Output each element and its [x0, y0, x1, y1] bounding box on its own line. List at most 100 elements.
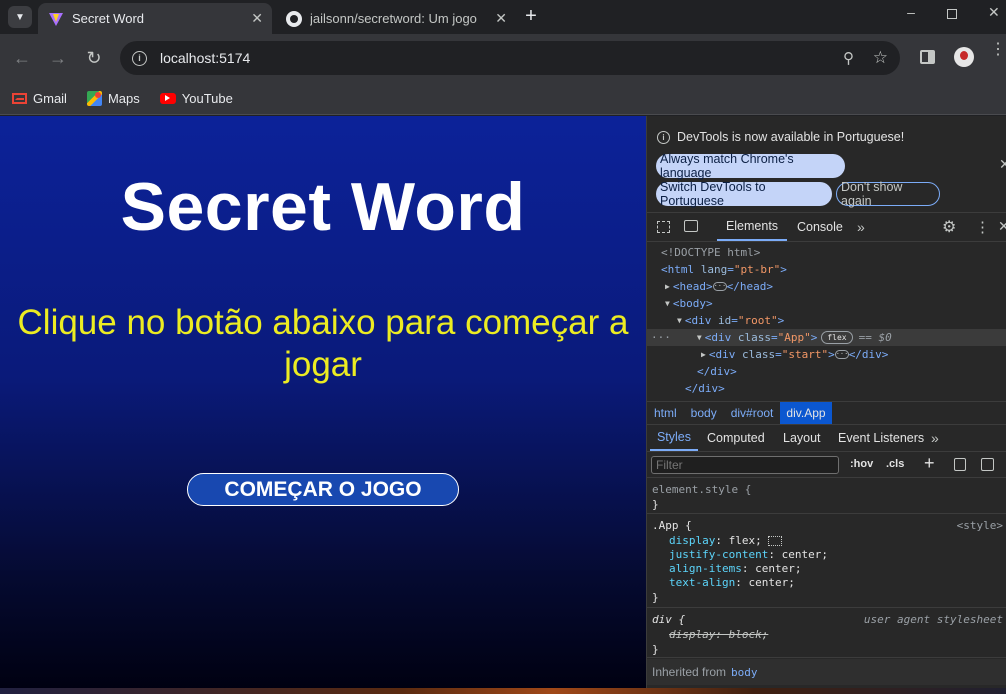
- minimize-button[interactable]: –: [900, 4, 922, 26]
- bookmark-star-icon[interactable]: ☆: [873, 48, 888, 68]
- breadcrumb-body[interactable]: body: [684, 406, 724, 420]
- rule-selector: element.style {: [652, 483, 752, 496]
- sidebar-toggle-icon[interactable]: [981, 458, 994, 471]
- rule-source[interactable]: <style>: [957, 519, 1003, 532]
- zoom-icon[interactable]: ⚲: [843, 49, 854, 67]
- dom-node-app-selected[interactable]: ··· ▼ <div class = "App" > flex == $0: [647, 329, 1006, 346]
- address-bar[interactable]: i localhost:5174 ⚲ ☆: [120, 41, 900, 75]
- tab-computed[interactable]: Computed: [707, 425, 765, 451]
- dom-node-close-app[interactable]: </div>: [647, 363, 1006, 380]
- rule-div-ua: div { user agent stylesheet display: blo…: [647, 610, 1006, 658]
- rule-selector[interactable]: .App {: [652, 519, 692, 532]
- rule-close-line: }: [647, 589, 1006, 606]
- side-panel-icon[interactable]: [920, 50, 935, 64]
- tab-label: Event Listeners: [838, 431, 925, 445]
- tab-label: Styles: [656, 430, 692, 444]
- github-icon: [286, 10, 302, 27]
- close-window-button[interactable]: ✕: [988, 4, 1006, 26]
- dom-node-doctype[interactable]: <!DOCTYPE html>: [647, 244, 1006, 261]
- rule-brace: }: [652, 498, 659, 511]
- attr-name: id: [717, 314, 732, 327]
- more-tabs-icon[interactable]: »: [857, 213, 865, 241]
- flexbox-editor-icon[interactable]: [767, 535, 782, 546]
- tab-github[interactable]: jailsonn/secretword: Um jogo w ✕: [276, 3, 516, 34]
- close-devtools-icon[interactable]: ✕: [998, 218, 1006, 235]
- tab-console[interactable]: Console: [797, 213, 843, 241]
- more-options-icon[interactable]: ⋮: [975, 218, 990, 236]
- dom-node-head[interactable]: ▶ <head> ··· </head>: [647, 278, 1006, 295]
- close-icon[interactable]: ✕: [251, 10, 263, 27]
- inspect-icon[interactable]: [657, 221, 670, 233]
- tab-title: jailsonn/secretword: Um jogo w: [310, 11, 480, 26]
- rule-brace: }: [652, 591, 659, 604]
- ellipsis-badge[interactable]: ···: [712, 282, 727, 291]
- tab-styles[interactable]: Styles: [650, 425, 698, 451]
- dom-node-start[interactable]: ▶ <div class = "start" > ··· </div>: [647, 346, 1006, 363]
- maximize-button[interactable]: [947, 9, 957, 19]
- expand-arrow-icon[interactable]: ▶: [665, 282, 670, 291]
- collapse-arrow-icon[interactable]: ▼: [677, 316, 682, 325]
- close-notice-icon[interactable]: ✕: [999, 156, 1006, 173]
- tab-event-listeners[interactable]: Event Listeners: [838, 425, 924, 451]
- collapse-arrow-icon[interactable]: ▼: [697, 333, 702, 342]
- match-language-chip[interactable]: Always match Chrome's language: [656, 152, 845, 180]
- breadcrumb-root[interactable]: div#root: [724, 406, 781, 420]
- url-text[interactable]: localhost:5174: [160, 50, 250, 66]
- tab-secret-word[interactable]: Secret Word ✕: [38, 3, 272, 34]
- hov-toggle[interactable]: :hov: [850, 458, 873, 470]
- page-title: Secret Word: [120, 169, 526, 245]
- desktop-taskbar-edge: [0, 688, 1006, 694]
- collapse-arrow-icon[interactable]: ▼: [665, 299, 670, 308]
- forward-button[interactable]: →: [46, 46, 70, 70]
- breadcrumb-app[interactable]: div.App: [780, 402, 832, 424]
- bookmark-gmail[interactable]: Gmail: [12, 91, 67, 106]
- tab-layout[interactable]: Layout: [783, 425, 821, 451]
- node-actions-icon[interactable]: ···: [651, 331, 671, 344]
- css-value[interactable]: center;: [748, 576, 794, 589]
- bookmark-label: Maps: [107, 90, 140, 106]
- tag-text: <body>: [672, 297, 713, 310]
- rule-source: user agent stylesheet: [863, 613, 1003, 626]
- tag-text: </div>: [848, 348, 889, 361]
- page-viewport: Secret Word Clique no botão abaixo para …: [0, 116, 646, 694]
- rule-brace: }: [652, 643, 659, 656]
- device-toolbar-icon[interactable]: [684, 220, 698, 232]
- start-game-button[interactable]: COMEÇAR O JOGO: [187, 473, 459, 506]
- switch-language-chip[interactable]: Switch DevTools to Portuguese: [656, 180, 832, 208]
- back-button[interactable]: ←: [10, 46, 34, 70]
- bookmark-youtube[interactable]: YouTube: [159, 90, 233, 106]
- bookmark-maps[interactable]: Maps: [86, 90, 140, 106]
- breadcrumb-html[interactable]: html: [647, 406, 684, 420]
- reload-button[interactable]: ↻: [82, 46, 106, 70]
- rule-close-line: }: [647, 641, 1006, 658]
- dom-node-html[interactable]: <html lang = "pt-br" >: [647, 261, 1006, 278]
- dont-show-again-chip[interactable]: Don't show again: [836, 180, 940, 208]
- tab-search-button[interactable]: ▼: [8, 6, 32, 28]
- expand-arrow-icon[interactable]: ▶: [701, 350, 706, 359]
- new-tab-button[interactable]: +: [520, 5, 542, 27]
- new-rule-icon[interactable]: +: [924, 453, 935, 474]
- dom-node-close-root[interactable]: </div>: [647, 380, 1006, 397]
- more-tabs-icon[interactable]: »: [931, 425, 939, 451]
- menu-icon[interactable]: ⋮: [990, 42, 1006, 58]
- site-info-icon[interactable]: i: [132, 50, 147, 66]
- paint-icon[interactable]: [954, 458, 966, 471]
- doctype-text: <!DOCTYPE html>: [661, 246, 761, 259]
- cls-toggle[interactable]: .cls: [886, 458, 904, 470]
- css-property[interactable]: text-align: [669, 576, 735, 589]
- breadcrumb: html body div#root div.App: [647, 401, 1006, 425]
- bookmark-label: YouTube: [181, 90, 233, 106]
- inherited-section: Inherited from body: [647, 659, 1006, 685]
- inherited-link[interactable]: body: [731, 666, 758, 679]
- settings-icon[interactable]: ⚙: [942, 217, 956, 237]
- dom-node-body[interactable]: ▼ <body>: [647, 295, 1006, 312]
- avatar[interactable]: [954, 47, 974, 67]
- styles-filter-input[interactable]: [651, 456, 839, 474]
- ellipsis-badge[interactable]: ···: [834, 350, 849, 359]
- dom-node-root[interactable]: ▼ <div id = "root" >: [647, 312, 1006, 329]
- styles-toolbar: :hov .cls +: [647, 452, 1006, 478]
- flex-badge[interactable]: flex: [821, 331, 853, 344]
- tag-text: </head>: [726, 280, 773, 293]
- close-icon[interactable]: ✕: [495, 10, 507, 27]
- tab-elements[interactable]: Elements: [717, 213, 787, 241]
